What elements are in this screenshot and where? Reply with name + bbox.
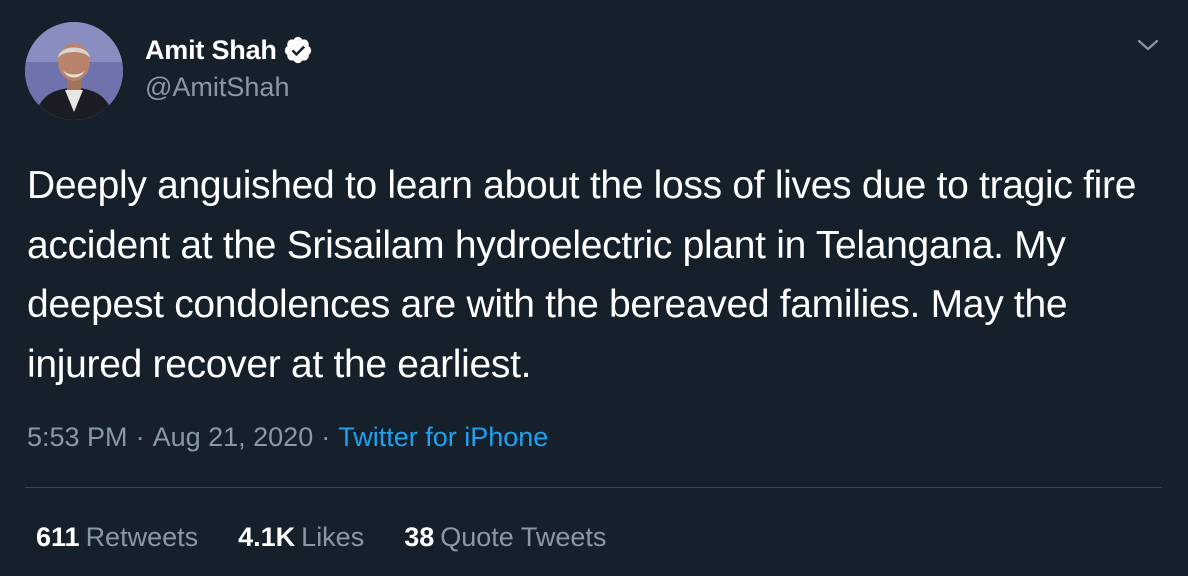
tweet-metadata: 5:53 PM · Aug 21, 2020 · Twitter for iPhone <box>27 422 548 453</box>
tweet-stats: 611 Retweets 4.1K Likes 38 Quote Tweets <box>36 522 646 553</box>
retweets-label: Retweets <box>85 522 199 552</box>
likes-label: Likes <box>301 522 365 552</box>
meta-separator: · <box>135 422 145 452</box>
meta-separator: · <box>321 422 331 452</box>
verified-badge-icon <box>283 35 313 65</box>
chevron-down-icon[interactable] <box>1133 34 1163 58</box>
tweet-card: Amit Shah @AmitShah Deeply anguished to … <box>0 0 1188 576</box>
avatar[interactable] <box>25 22 123 120</box>
quote-tweets-count: 38 <box>404 522 435 552</box>
divider <box>25 487 1162 488</box>
tweet-source-link[interactable]: Twitter for iPhone <box>338 422 548 452</box>
likes-count: 4.1K <box>238 522 296 552</box>
avatar-image <box>25 22 123 120</box>
tweet-date[interactable]: Aug 21, 2020 <box>153 422 314 452</box>
author-display-name[interactable]: Amit Shah <box>145 35 277 66</box>
likes-stat[interactable]: 4.1K Likes <box>238 522 364 553</box>
quote-tweets-label: Quote Tweets <box>440 522 607 552</box>
retweets-stat[interactable]: 611 Retweets <box>36 522 198 553</box>
retweets-count: 611 <box>36 522 80 552</box>
quote-tweets-stat[interactable]: 38 Quote Tweets <box>404 522 606 553</box>
tweet-time[interactable]: 5:53 PM <box>27 422 128 452</box>
tweet-text: Deeply anguished to learn about the loss… <box>27 164 1137 386</box>
author-name-row[interactable]: Amit Shah <box>145 32 313 68</box>
author-handle[interactable]: @AmitShah <box>145 72 289 103</box>
